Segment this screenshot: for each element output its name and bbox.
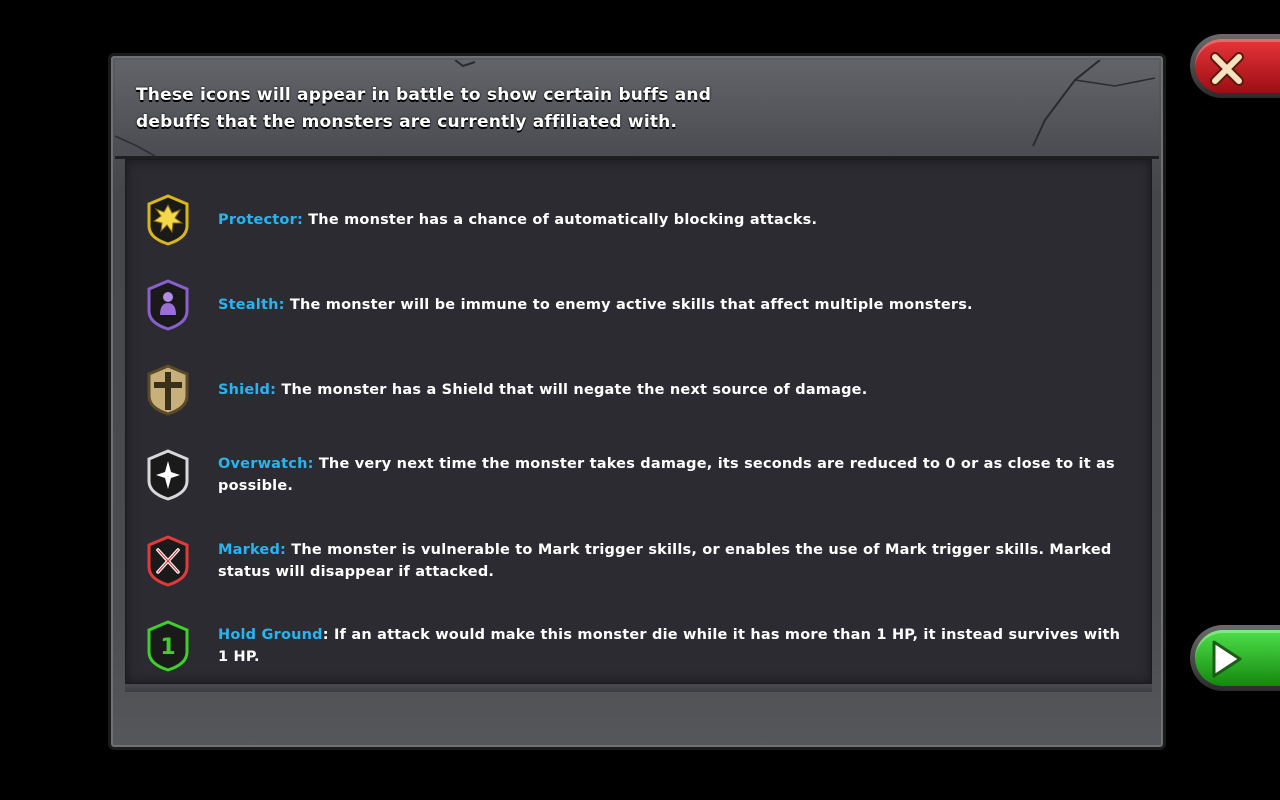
buff-description: The monster has a chance of automaticall… [308,212,818,228]
buff-name: Protector: [218,212,303,228]
close-button[interactable] [1190,34,1280,98]
play-arrow-icon [1212,640,1242,678]
buff-name: Shield: [218,382,277,398]
shield-cross-icon [147,364,189,416]
protector-icon [147,194,189,246]
stealth-text: Stealth: The monster will be immune to e… [218,294,1135,316]
buff-description: The monster is vulnerable to Mark trigge… [218,542,1112,580]
panel-description: These icons will appear in battle to sho… [136,82,776,136]
buff-info-panel: These icons will appear in battle to sho… [108,53,1166,750]
hold-ground-badge: 1 [160,635,175,660]
list-item-stealth: Stealth: The monster will be immune to e… [126,270,1151,340]
protector-text: Protector: The monster has a chance of a… [218,209,1135,231]
buff-name: Overwatch: [218,456,314,472]
next-button[interactable] [1190,625,1280,691]
description-line-2: debuffs that the monsters are currently … [136,112,678,132]
panel-header: These icons will appear in battle to sho… [115,60,1159,159]
list-item-hold-ground: 1 Hold Ground: If an attack would make t… [126,611,1151,681]
next-button-face [1195,630,1280,686]
marked-icon [147,535,189,587]
description-line-1: These icons will appear in battle to sho… [136,85,712,105]
shield-text: Shield: The monster has a Shield that wi… [218,379,1135,401]
buff-name: Stealth: [218,297,285,313]
close-icon [1210,52,1244,86]
hold-ground-text: Hold Ground: If an attack would make thi… [218,624,1135,668]
buff-description: The very next time the monster takes dam… [218,456,1115,494]
stealth-icon [147,279,189,331]
buff-description: The monster has a Shield that will negat… [281,382,868,398]
close-button-face [1195,39,1280,93]
buff-description: : If an attack would make this monster d… [218,627,1121,665]
list-bottom-edge [125,684,1152,692]
marked-text: Marked: The monster is vulnerable to Mar… [218,539,1135,583]
buff-description: The monster will be immune to enemy acti… [289,297,973,313]
overwatch-text: Overwatch: The very next time the monste… [218,453,1135,497]
overwatch-icon [147,449,189,501]
list-item-marked: Marked: The monster is vulnerable to Mar… [126,526,1151,596]
buff-name: Marked: [218,542,287,558]
list-item-shield: Shield: The monster has a Shield that wi… [126,355,1151,425]
list-item-overwatch: Overwatch: The very next time the monste… [126,440,1151,510]
hold-ground-icon: 1 [147,620,189,672]
buff-list[interactable]: Protector: The monster has a chance of a… [125,159,1152,684]
list-item-protector: Protector: The monster has a chance of a… [126,185,1151,255]
buff-name: Hold Ground [218,627,323,643]
